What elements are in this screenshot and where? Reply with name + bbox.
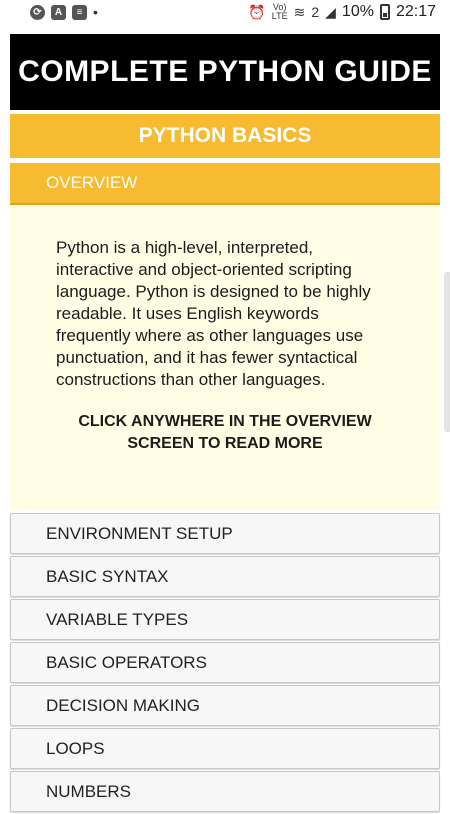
list-item-basic-syntax[interactable]: BASIC SYNTAX [10,556,440,597]
sim2-icon: 2 [311,4,320,20]
battery-icon [379,4,390,20]
overview-panel[interactable]: Python is a high-level, interpreted, int… [10,205,440,510]
dot-icon: • [93,4,98,20]
topic-list: ENVIRONMENT SETUP BASIC SYNTAX VARIABLE … [10,513,440,814]
list-item-basic-operators[interactable]: BASIC OPERATORS [10,642,440,683]
wifi-icon: ≋ [293,3,306,20]
list-item-environment-setup[interactable]: ENVIRONMENT SETUP [10,513,440,554]
overview-read-more[interactable]: CLICK ANYWHERE IN THE OVERVIEW SCREEN TO… [56,411,394,455]
status-bar: ⟳ A ≡ • ⏰ Vo) LTE ≋ 2 ◢ 10% 22:17 [0,0,450,27]
notification-icons: ⟳ A ≡ • [30,4,98,20]
clock: 22:17 [395,3,436,20]
system-icons: ⏰ Vo) LTE ≋ 2 ◢ 10% 22:17 [248,3,436,21]
overview-tab[interactable]: OVERVIEW [10,163,440,205]
list-item-loops[interactable]: LOOPS [10,728,440,769]
message-icon: ≡ [72,4,87,20]
sync-icon: ⟳ [30,4,45,20]
list-item-numbers[interactable]: NUMBERS [10,771,440,812]
section-header[interactable]: PYTHON BASICS [10,114,440,158]
overview-text: Python is a high-level, interpreted, int… [56,238,371,389]
app-title: COMPLETE PYTHON GUIDE [10,34,440,110]
list-item-variable-types[interactable]: VARIABLE TYPES [10,599,440,640]
signal-icon: ◢ [325,3,336,20]
volte-icon: Vo) LTE [271,2,288,21]
battery-percent: 10% [341,3,374,20]
list-item-decision-making[interactable]: DECISION MAKING [10,685,440,726]
alarm-icon: ⏰ [248,3,266,20]
font-icon: A [51,4,66,20]
scroll-indicator[interactable] [444,272,450,432]
